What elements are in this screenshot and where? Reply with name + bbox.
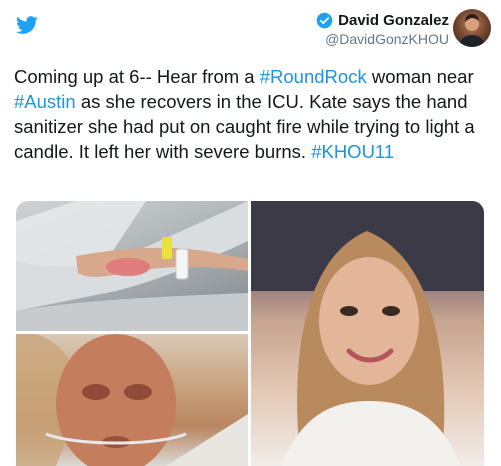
avatar[interactable] xyxy=(453,9,491,47)
hashtag-link[interactable]: #RoundRock xyxy=(260,66,367,87)
verified-badge-icon xyxy=(316,12,333,29)
author-block[interactable]: David Gonzalez @DavidGonzKHOU xyxy=(316,12,449,47)
twitter-bird-icon[interactable] xyxy=(14,14,40,36)
author-handle[interactable]: @DavidGonzKHOU xyxy=(316,31,449,47)
selfie-photo xyxy=(251,201,484,466)
face-photo xyxy=(16,334,248,466)
tweet-text-segment: woman near xyxy=(366,66,474,87)
media-grid xyxy=(16,201,484,466)
tweet-card: David Gonzalez @DavidGonzKHOU Coming up … xyxy=(0,0,501,466)
tweet-text-segment: Coming up at 6-- Hear from a xyxy=(14,66,260,87)
hashtag-link[interactable]: #Austin xyxy=(14,91,76,112)
media-image-arm-burn[interactable] xyxy=(16,201,248,331)
avatar-portrait xyxy=(459,14,485,47)
arm-photo xyxy=(16,201,248,331)
media-image-selfie[interactable] xyxy=(251,201,484,466)
hashtag-link[interactable]: #KHOU11 xyxy=(311,141,394,162)
author-display-name[interactable]: David Gonzalez xyxy=(338,12,449,29)
name-row: David Gonzalez xyxy=(316,12,449,29)
tweet-text: Coming up at 6-- Hear from a #RoundRock … xyxy=(14,64,494,164)
media-image-burned-face[interactable] xyxy=(16,334,248,466)
tweet-text-segment: as she recovers in the ICU. Kate says th… xyxy=(14,91,475,162)
